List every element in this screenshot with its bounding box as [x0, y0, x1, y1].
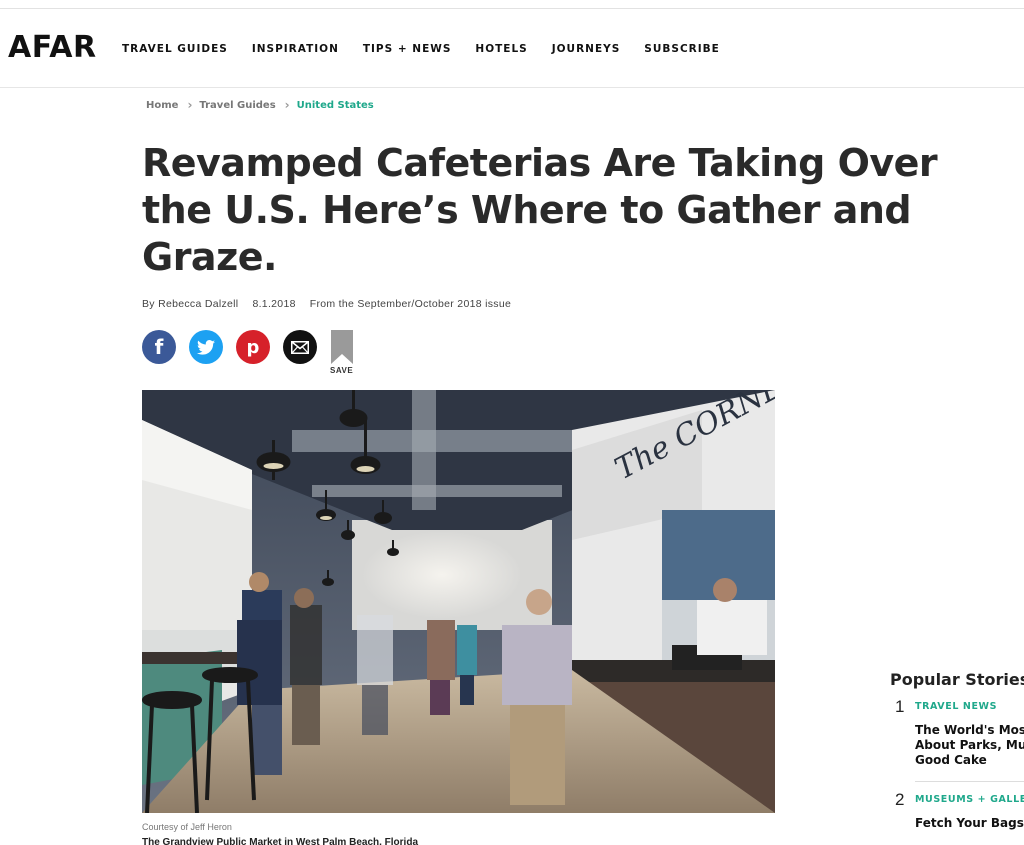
story-category[interactable]: MUSEUMS + GALLERIES [915, 794, 1024, 805]
publish-date: 8.1.2018 [252, 298, 296, 310]
story-number: 1 [895, 697, 905, 716]
facebook-icon: f [154, 335, 164, 359]
market-interior-illustration: The CORNER [142, 390, 775, 813]
photo-caption: The Grandview Public Market in West Palm… [142, 837, 419, 845]
article-title: Revamped Cafeterias Are Taking Over the … [142, 141, 938, 279]
share-bar: f p SAVE [142, 330, 353, 375]
afar-logo[interactable]: AFAR [8, 30, 97, 65]
chevron-right-icon: › [187, 98, 193, 112]
bookmark-icon [330, 330, 353, 364]
twitter-icon [197, 339, 215, 355]
pinterest-share-button[interactable]: p [236, 330, 270, 364]
story-title[interactable]: Fetch Your Bags. [915, 816, 1024, 831]
facebook-share-button[interactable]: f [142, 330, 176, 364]
breadcrumb-travel-guides[interactable]: Travel Guides [199, 100, 275, 111]
popular-stories-heading: Popular Stories [890, 670, 1024, 689]
email-share-button[interactable] [283, 330, 317, 364]
nav-tips-news[interactable]: TIPS + NEWS [363, 43, 452, 55]
story-number: 2 [895, 790, 905, 809]
popular-story-item[interactable]: 2 MUSEUMS + GALLERIES Fetch Your Bags. [890, 790, 1024, 831]
envelope-icon [291, 340, 309, 354]
pinterest-icon: p [246, 336, 260, 358]
photo-credit: Courtesy of Jeff Heron [142, 822, 232, 832]
twitter-share-button[interactable] [189, 330, 223, 364]
breadcrumb-united-states[interactable]: United States [297, 100, 374, 111]
nav-subscribe[interactable]: SUBSCRIBE [644, 43, 720, 55]
site-header: AFAR TRAVEL GUIDES INSPIRATION TIPS + NE… [0, 10, 1024, 88]
save-label: SAVE [330, 366, 354, 375]
top-border [0, 0, 1024, 9]
popular-stories: Popular Stories 1 TRAVEL NEWS The World'… [890, 670, 1024, 831]
save-button[interactable]: SAVE [330, 330, 353, 375]
popular-story-item[interactable]: 1 TRAVEL NEWS The World's Most About Par… [890, 697, 1024, 768]
breadcrumb-home[interactable]: Home [146, 100, 178, 111]
nav-inspiration[interactable]: INSPIRATION [252, 43, 339, 55]
byline[interactable]: By Rebecca Dalzell [142, 298, 238, 310]
article-meta: By Rebecca Dalzell 8.1.2018 From the Sep… [142, 298, 525, 310]
nav-hotels[interactable]: HOTELS [475, 43, 527, 55]
breadcrumb: Home › Travel Guides › United States [146, 98, 374, 112]
nav-journeys[interactable]: JOURNEYS [552, 43, 621, 55]
nav-travel-guides[interactable]: TRAVEL GUIDES [122, 43, 228, 55]
story-title[interactable]: The World's Most About Parks, Mus Good C… [915, 723, 1024, 768]
main-nav: TRAVEL GUIDES INSPIRATION TIPS + NEWS HO… [122, 43, 744, 55]
divider [915, 781, 1024, 782]
issue-info: From the September/October 2018 issue [309, 298, 512, 310]
hero-image: The CORNER [142, 390, 775, 813]
story-category[interactable]: TRAVEL NEWS [915, 701, 1024, 712]
chevron-right-icon: › [284, 98, 290, 112]
